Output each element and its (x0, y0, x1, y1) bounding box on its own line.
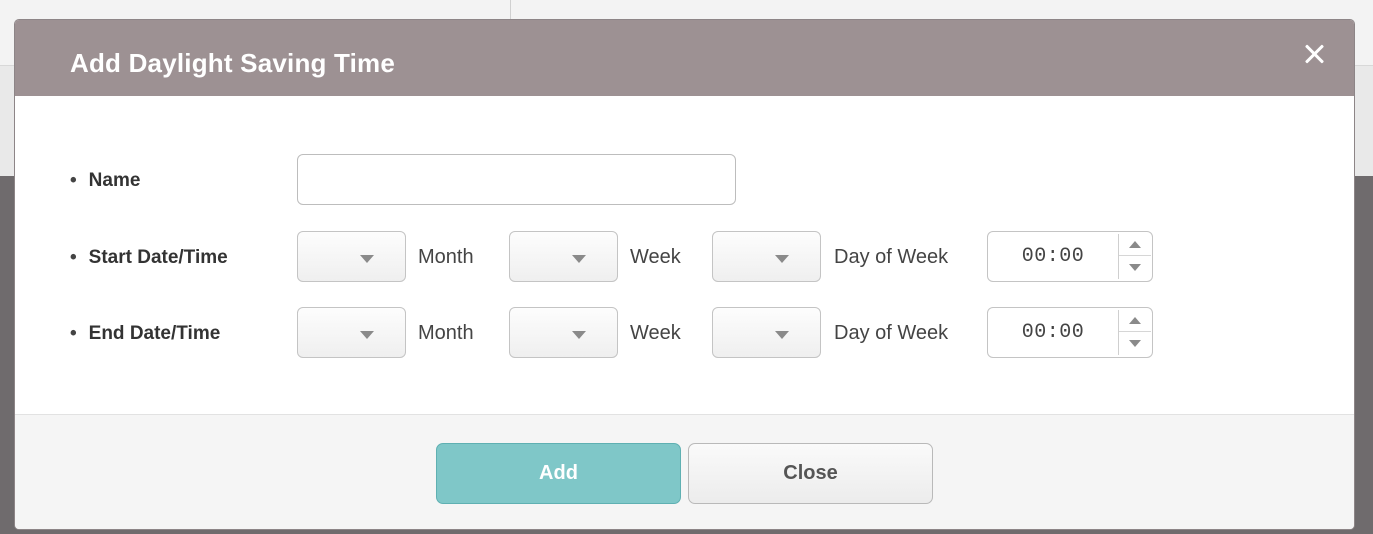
start-day-of-week-unit: Day of Week (834, 246, 949, 268)
end-month-select[interactable] (297, 307, 406, 358)
bullet: • (70, 170, 77, 191)
start-month-select[interactable] (297, 231, 406, 282)
name-row: • Name (15, 154, 1354, 206)
start-day-of-week-select[interactable] (712, 231, 821, 282)
chevron-down-icon (775, 331, 789, 339)
spin-buttons (1118, 310, 1151, 355)
end-day-of-week-unit: Day of Week (834, 322, 949, 344)
close-button[interactable]: Close (688, 443, 933, 504)
dialog-body: • Name • Start Date/Time Month Week Day of… (15, 96, 1354, 414)
bullet: • (70, 247, 77, 268)
dialog-title: Add Daylight Saving Time (70, 48, 396, 78)
end-week-select[interactable] (509, 307, 618, 358)
start-time-value[interactable]: 00:00 (988, 232, 1118, 281)
bullet: • (70, 323, 77, 344)
start-datetime-row: • Start Date/Time Month Week Day of Week … (15, 231, 1354, 283)
arrow-down-icon[interactable] (1119, 257, 1151, 279)
close-icon[interactable] (1300, 40, 1328, 68)
end-month-unit: Month (418, 322, 474, 344)
end-time-value[interactable]: 00:00 (988, 308, 1118, 357)
start-datetime-label: • Start Date/Time (70, 247, 228, 269)
chevron-down-icon (572, 331, 586, 339)
start-week-select[interactable] (509, 231, 618, 282)
chevron-down-icon (572, 255, 586, 263)
chevron-down-icon (775, 255, 789, 263)
name-input[interactable] (297, 154, 736, 205)
name-label-text: Name (88, 170, 141, 191)
end-datetime-label: • End Date/Time (70, 323, 220, 345)
name-label: • Name (70, 170, 140, 192)
end-time-spinner[interactable]: 00:00 (987, 307, 1153, 358)
chevron-down-icon (360, 331, 374, 339)
add-button[interactable]: Add (436, 443, 681, 504)
dialog-header: Add Daylight Saving Time (15, 20, 1354, 96)
end-day-of-week-select[interactable] (712, 307, 821, 358)
chevron-down-icon (360, 255, 374, 263)
dialog-footer: Add Close (15, 414, 1354, 529)
spin-buttons (1118, 234, 1151, 279)
start-datetime-label-text: Start Date/Time (88, 247, 228, 268)
end-week-unit: Week (630, 322, 681, 344)
start-time-spinner[interactable]: 00:00 (987, 231, 1153, 282)
start-week-unit: Week (630, 246, 681, 268)
end-datetime-label-text: End Date/Time (88, 323, 221, 344)
end-datetime-row: • End Date/Time Month Week Day of Week 00… (15, 307, 1354, 359)
add-daylight-saving-time-dialog: Add Daylight Saving Time • Name • Start Da… (15, 20, 1354, 529)
arrow-up-icon[interactable] (1119, 310, 1151, 332)
arrow-down-icon[interactable] (1119, 333, 1151, 355)
start-month-unit: Month (418, 246, 474, 268)
arrow-up-icon[interactable] (1119, 234, 1151, 256)
